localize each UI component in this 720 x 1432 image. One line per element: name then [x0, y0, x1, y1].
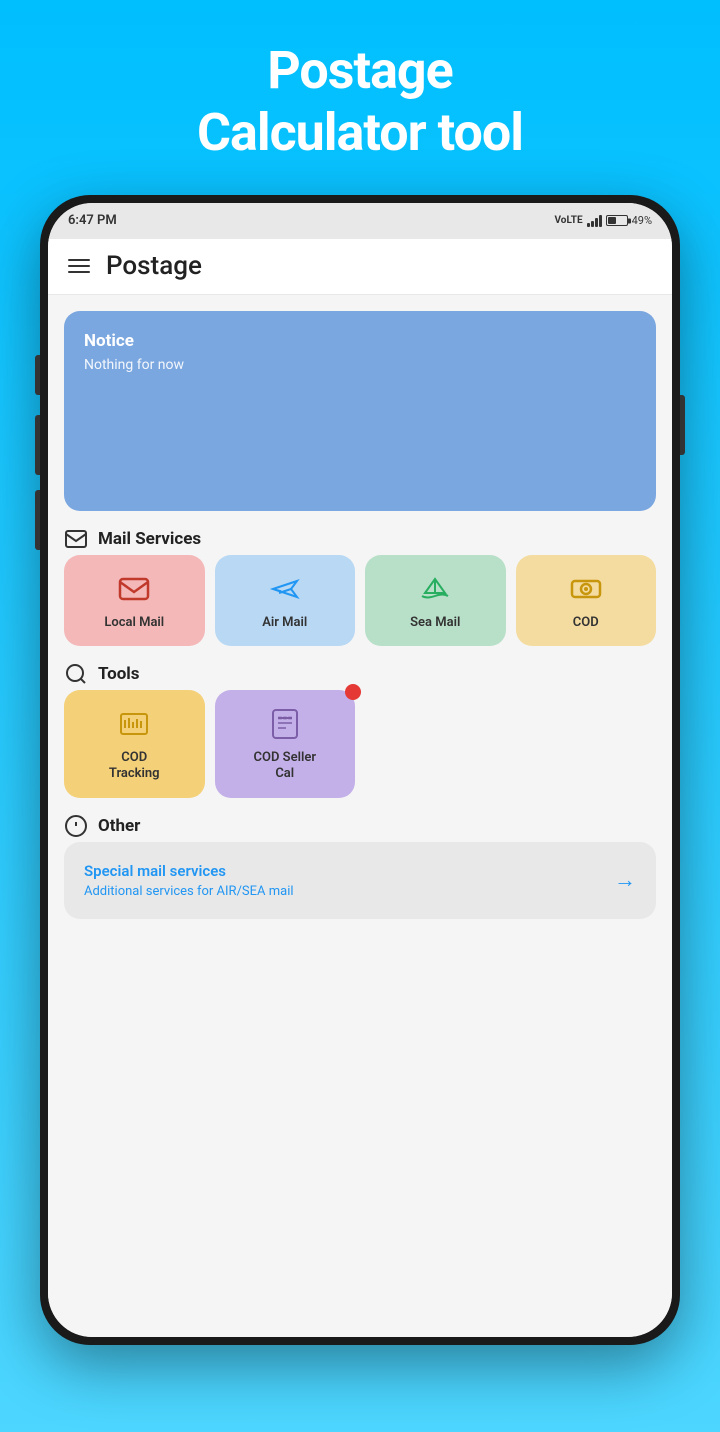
- tools-section-icon: [64, 662, 88, 686]
- tools-title: Tools: [98, 664, 140, 684]
- cod-seller-card[interactable]: COD SellerCal: [215, 690, 356, 797]
- lte-icon: VoLTE: [555, 215, 583, 226]
- page-title: Postage Calculator tool: [197, 40, 523, 165]
- mail-services-title: Mail Services: [98, 529, 201, 549]
- cod-seller-label: COD SellerCal: [253, 750, 316, 781]
- phone-frame: 6:47 PM VoLTE 49%: [40, 195, 680, 1345]
- special-mail-subtitle: Additional services for AIR/SEA mail: [84, 884, 294, 899]
- app-header-title: Postage: [106, 251, 202, 281]
- sea-mail-label: Sea Mail: [410, 615, 460, 631]
- special-mail-content: Special mail services Additional service…: [84, 862, 294, 899]
- hamburger-line-1: [68, 259, 90, 261]
- notification-dot: [345, 684, 361, 700]
- mail-services-grid: Local Mail Air Mail: [64, 555, 656, 647]
- local-mail-icon: [116, 571, 152, 607]
- local-mail-card[interactable]: Local Mail: [64, 555, 205, 647]
- status-bar: 6:47 PM VoLTE 49%: [48, 203, 672, 239]
- battery-percent: 49%: [632, 214, 652, 227]
- local-mail-label: Local Mail: [104, 615, 164, 631]
- mail-services-section: Mail Services Local Mail: [64, 527, 656, 647]
- other-header: Other: [64, 814, 656, 838]
- special-mail-title: Special mail services: [84, 862, 294, 880]
- air-mail-card[interactable]: Air Mail: [215, 555, 356, 647]
- cod-icon: [568, 571, 604, 607]
- air-mail-label: Air Mail: [262, 615, 307, 631]
- hamburger-line-2: [68, 265, 90, 267]
- app-header: Postage: [48, 239, 672, 295]
- status-icons: VoLTE 49%: [555, 214, 653, 227]
- mail-section-icon: [64, 527, 88, 551]
- arrow-right-icon: →: [614, 867, 636, 893]
- other-section: Other Special mail services Additional s…: [64, 814, 656, 919]
- cod-tracking-card[interactable]: CODTracking: [64, 690, 205, 797]
- other-title: Other: [98, 816, 140, 836]
- volume-up-button: [35, 415, 40, 475]
- phone-screen: 6:47 PM VoLTE 49%: [48, 203, 672, 1337]
- signal-icon: [587, 215, 602, 227]
- cod-tracking-label: CODTracking: [109, 750, 160, 781]
- cod-seller-icon: [267, 706, 303, 742]
- cod-label: COD: [573, 615, 599, 631]
- notice-card: Notice Nothing for now: [64, 311, 656, 511]
- cod-tracking-icon: [116, 706, 152, 742]
- tools-grid: CODTracking: [64, 690, 656, 797]
- volume-down-button: [35, 490, 40, 550]
- tools-section: Tools: [64, 662, 656, 797]
- cod-card[interactable]: COD: [516, 555, 657, 647]
- power-button: [680, 395, 685, 455]
- other-section-icon: [64, 814, 88, 838]
- notice-body: Nothing for now: [84, 357, 636, 373]
- hamburger-menu-button[interactable]: [68, 259, 90, 273]
- notice-title: Notice: [84, 331, 636, 351]
- hamburger-line-3: [68, 271, 90, 273]
- battery-icon: [606, 215, 628, 226]
- mail-services-header: Mail Services: [64, 527, 656, 551]
- sea-mail-card[interactable]: Sea Mail: [365, 555, 506, 647]
- mute-button: [35, 355, 40, 395]
- sea-mail-icon: [417, 571, 453, 607]
- air-mail-icon: [267, 571, 303, 607]
- tools-header: Tools: [64, 662, 656, 686]
- status-time: 6:47 PM: [68, 213, 117, 228]
- special-mail-card[interactable]: Special mail services Additional service…: [64, 842, 656, 919]
- app-content: Notice Nothing for now Mail Services: [48, 295, 672, 1337]
